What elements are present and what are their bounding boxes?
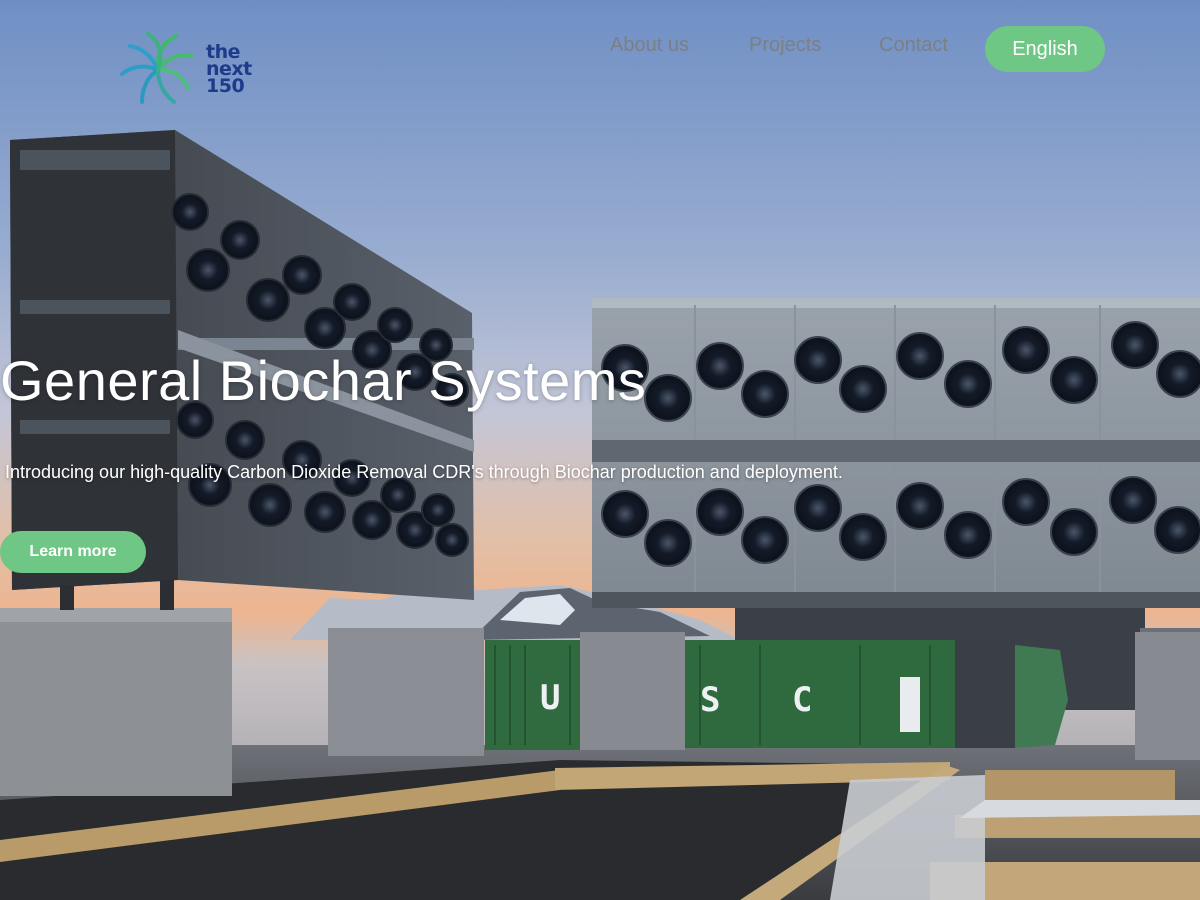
language-button[interactable]: English <box>985 26 1105 72</box>
hero-title: General Biochar Systems <box>0 349 647 412</box>
container-letter-s: S <box>700 680 721 720</box>
hero-subtitle: Introducing our high-quality Carbon Diox… <box>5 462 843 482</box>
nav-link-projects[interactable]: Projects <box>749 34 821 57</box>
main-navigation: About us Projects Contact English <box>0 26 1200 76</box>
container-letter-c: C <box>792 680 813 720</box>
nav-link-contact[interactable]: Contact <box>879 34 948 57</box>
container-letter-u: U <box>540 678 561 718</box>
hero-background-image: U S C <box>0 0 1200 900</box>
nav-link-about-us[interactable]: About us <box>610 34 689 57</box>
learn-more-button[interactable]: Learn more <box>0 531 146 573</box>
logo-line-150: 150 <box>206 75 245 97</box>
